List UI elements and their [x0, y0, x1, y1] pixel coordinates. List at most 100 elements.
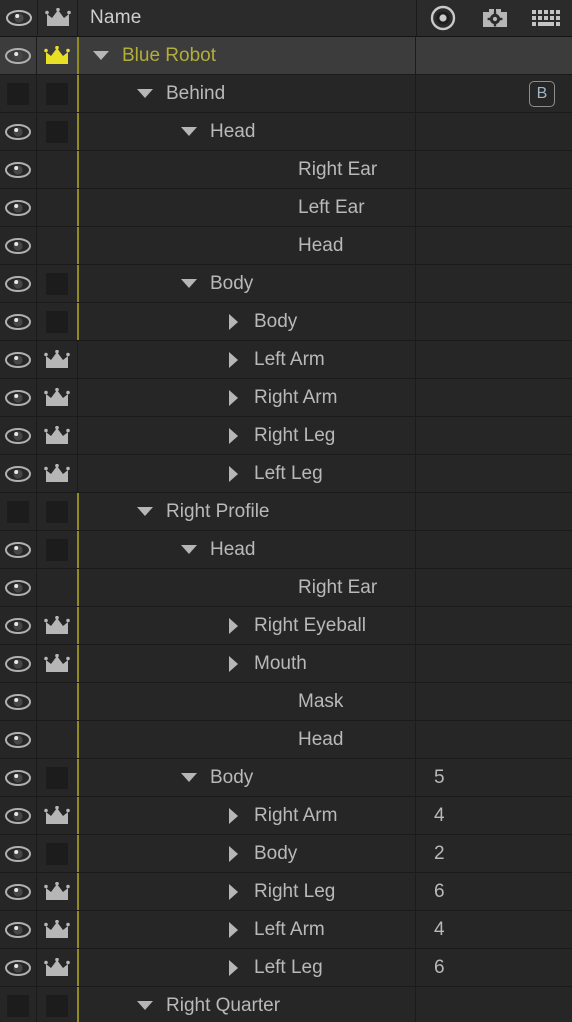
layer-name-cell[interactable]: Right Ear	[77, 151, 416, 188]
layer-value-cell[interactable]	[416, 569, 572, 606]
layer-name-cell[interactable]: Body	[77, 303, 416, 340]
table-row[interactable]: Right Profile	[0, 493, 572, 531]
layer-name-cell[interactable]: Left Ear	[77, 189, 416, 226]
chevron-down-icon[interactable]	[176, 279, 202, 288]
layer-value-cell[interactable]	[416, 455, 572, 492]
layer-name-cell[interactable]: Head	[77, 531, 416, 568]
record-target-icon[interactable]	[417, 0, 469, 37]
crown-placeholder[interactable]	[37, 113, 78, 150]
crown-icon[interactable]	[37, 607, 78, 644]
crown-icon[interactable]	[37, 341, 78, 378]
eye-icon[interactable]	[0, 37, 37, 74]
layer-value-cell[interactable]	[416, 417, 572, 454]
layer-name-cell[interactable]: Mask	[77, 683, 416, 720]
layer-name-cell[interactable]: Body	[77, 759, 416, 796]
crown-icon[interactable]	[37, 797, 78, 834]
layer-value-cell[interactable]	[416, 37, 572, 74]
table-row[interactable]: Head	[0, 227, 572, 265]
eye-icon[interactable]	[0, 341, 37, 378]
eye-icon[interactable]	[0, 227, 37, 264]
eye-icon[interactable]	[0, 569, 37, 606]
eye-icon[interactable]	[0, 721, 37, 758]
layer-value-cell[interactable]	[416, 607, 572, 644]
chevron-down-icon[interactable]	[132, 1001, 158, 1010]
crown-icon[interactable]	[37, 417, 78, 454]
eye-icon[interactable]	[0, 911, 37, 948]
table-row[interactable]: Right Leg	[0, 417, 572, 455]
eye-icon[interactable]	[0, 303, 37, 340]
chevron-right-icon[interactable]	[220, 655, 246, 672]
table-row[interactable]: Head	[0, 531, 572, 569]
header-crown-icon[interactable]	[37, 0, 78, 37]
table-row[interactable]: Right Eyeball	[0, 607, 572, 645]
chevron-right-icon[interactable]	[220, 389, 246, 406]
layer-name-cell[interactable]: Blue Robot	[77, 37, 416, 74]
visibility-placeholder[interactable]	[0, 493, 37, 530]
eye-icon[interactable]	[0, 265, 37, 302]
table-row[interactable]: Mouth	[0, 645, 572, 683]
layer-value-cell[interactable]	[416, 151, 572, 188]
table-row[interactable]: Body 5	[0, 759, 572, 797]
layer-value-cell[interactable]	[416, 987, 572, 1022]
eye-icon[interactable]	[0, 151, 37, 188]
table-row[interactable]: Left Arm 4	[0, 911, 572, 949]
visibility-placeholder[interactable]	[0, 75, 37, 112]
layer-value-cell[interactable]	[416, 683, 572, 720]
chevron-down-icon[interactable]	[132, 89, 158, 98]
chevron-down-icon[interactable]	[88, 51, 114, 60]
table-row[interactable]: Right Arm	[0, 379, 572, 417]
table-row[interactable]: Left Leg	[0, 455, 572, 493]
crown-icon[interactable]	[37, 911, 78, 948]
layer-value-cell[interactable]: 5	[416, 759, 572, 796]
chevron-right-icon[interactable]	[220, 959, 246, 976]
table-row[interactable]: Mask	[0, 683, 572, 721]
chevron-right-icon[interactable]	[220, 807, 246, 824]
chevron-right-icon[interactable]	[220, 617, 246, 634]
layer-value-cell[interactable]	[416, 189, 572, 226]
table-row[interactable]: Right Ear	[0, 569, 572, 607]
layer-name-cell[interactable]: Body	[77, 835, 416, 872]
eye-icon[interactable]	[0, 607, 37, 644]
eye-icon[interactable]	[0, 835, 37, 872]
layer-value-cell[interactable]	[416, 531, 572, 568]
eye-icon[interactable]	[0, 189, 37, 226]
chevron-right-icon[interactable]	[220, 845, 246, 862]
eye-icon[interactable]	[0, 759, 37, 796]
chevron-down-icon[interactable]	[176, 773, 202, 782]
table-row[interactable]: Blue Robot	[0, 37, 572, 75]
layer-name-cell[interactable]: Head	[77, 113, 416, 150]
layer-value-cell[interactable]	[416, 341, 572, 378]
chevron-down-icon[interactable]	[176, 127, 202, 136]
eye-icon[interactable]	[0, 645, 37, 682]
layer-name-cell[interactable]: Right Leg	[78, 417, 416, 454]
table-row[interactable]: Head	[0, 721, 572, 759]
table-row[interactable]: Left Arm	[0, 341, 572, 379]
layer-value-cell[interactable]	[416, 303, 572, 340]
visibility-placeholder[interactable]	[0, 987, 37, 1022]
layer-value-cell[interactable]: 4	[416, 911, 572, 948]
layer-name-cell[interactable]: Left Leg	[77, 949, 416, 986]
layer-name-cell[interactable]: Right Quarter	[77, 987, 416, 1022]
eye-icon[interactable]	[0, 949, 37, 986]
layer-name-cell[interactable]: Head	[77, 227, 416, 264]
layer-value-cell[interactable]: 4	[416, 797, 572, 834]
crown-icon-active[interactable]	[37, 37, 78, 74]
table-row[interactable]: Left Ear	[0, 189, 572, 227]
trigger-cell[interactable]: B	[416, 75, 572, 112]
chevron-right-icon[interactable]	[220, 313, 246, 330]
layer-name-cell[interactable]: Left Arm	[78, 341, 416, 378]
crown-icon[interactable]	[37, 645, 78, 682]
crown-placeholder[interactable]	[37, 303, 78, 340]
table-row[interactable]: Right Ear	[0, 151, 572, 189]
layer-value-cell[interactable]	[416, 379, 572, 416]
table-row[interactable]: Right Quarter	[0, 987, 572, 1022]
layer-value-cell[interactable]	[416, 721, 572, 758]
column-header-name[interactable]: Name	[78, 0, 416, 37]
eye-icon[interactable]	[0, 797, 37, 834]
eye-icon[interactable]	[0, 455, 37, 492]
layer-value-cell[interactable]: 6	[416, 873, 572, 910]
chevron-right-icon[interactable]	[220, 427, 246, 444]
chevron-down-icon[interactable]	[176, 545, 202, 554]
camera-gear-icon[interactable]	[469, 0, 521, 37]
chevron-right-icon[interactable]	[220, 883, 246, 900]
